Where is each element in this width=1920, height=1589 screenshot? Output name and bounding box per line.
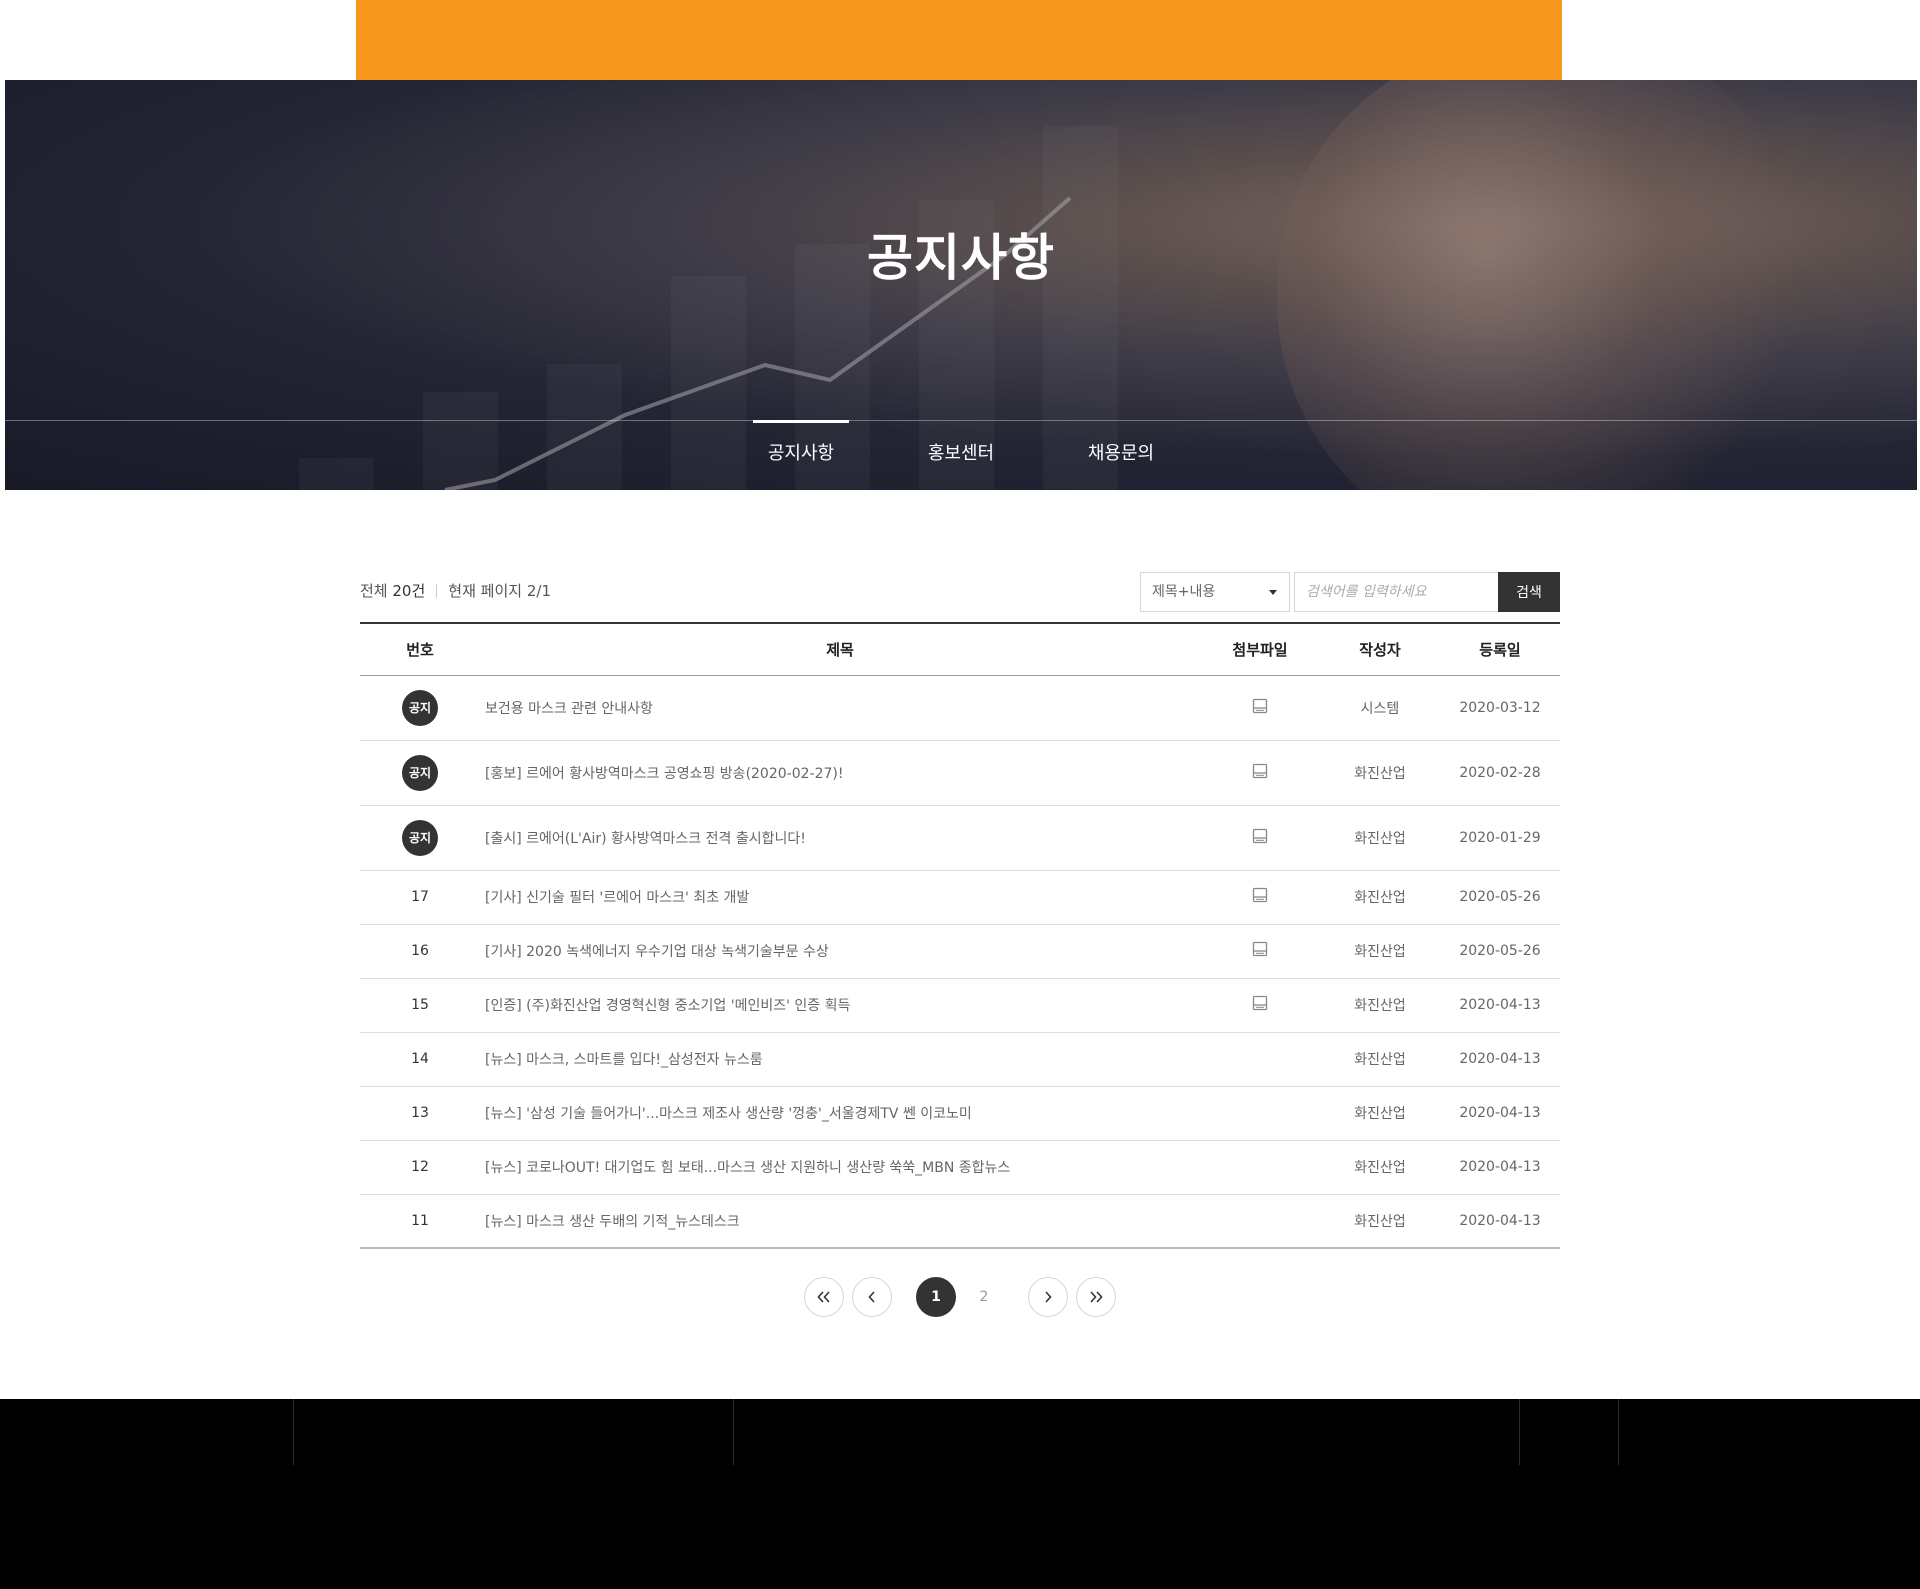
table-row[interactable]: 17 [기사] 신기술 필터 '르에어 마스크' 최초 개발 화진산업 2020-05… (360, 870, 1560, 925)
col-number: 번호 (360, 623, 480, 676)
row-writer: 시스템 (1320, 675, 1440, 741)
chevron-right-icon (1045, 1291, 1052, 1303)
row-date: 2020-04-13 (1440, 1086, 1560, 1141)
row-writer: 화진산업 (1320, 1140, 1440, 1195)
col-attachment: 첨부파일 (1200, 623, 1320, 676)
row-writer: 화진산업 (1320, 978, 1440, 1033)
row-date: 2020-04-13 (1440, 1032, 1560, 1087)
col-title: 제목 (480, 623, 1200, 676)
row-number: 12 (360, 1140, 480, 1195)
row-date: 2020-04-13 (1459, 1212, 1541, 1229)
post-title-link[interactable]: [기사] 신기술 필터 '르에어 마스크' 최초 개발 (485, 890, 749, 906)
notice-badge: 공지 (402, 689, 438, 726)
prev-page-button[interactable] (852, 1277, 892, 1317)
row-date: 2020-04-13 (1440, 1140, 1560, 1195)
sub-nav-tabs: 공지사항 홍보센터 채용문의 (5, 420, 1917, 490)
notice-badge: 공지 (402, 819, 438, 856)
page-title: 공지사항 (867, 229, 1055, 287)
row-number: 14 (360, 1032, 480, 1087)
row-writer: 화진산업 (1320, 740, 1440, 806)
row-number: 13 (360, 1086, 480, 1141)
search-form: 제목+내용 검색 (1140, 572, 1560, 612)
table-row[interactable]: 11 [뉴스] 마스크 생산 두배의 기적_뉴스데스크 화진산업 2020-04-13 (360, 1194, 1560, 1248)
row-date: 2020-01-29 (1440, 805, 1560, 871)
row-writer: 화진산업 (1320, 1032, 1440, 1087)
row-writer: 화진산업 (1320, 924, 1440, 979)
row-date: 2020-05-26 (1440, 924, 1560, 979)
row-writer: 화진산업 (1320, 805, 1440, 871)
row-date: 2020-03-12 (1440, 675, 1560, 741)
row-writer: 화진산업 (1354, 1213, 1406, 1230)
table-row[interactable]: 13 [뉴스] '삼성 기술 들어가니'...마스크 제조사 생산량 '껑충'_서… (360, 1086, 1560, 1141)
attachment-icon[interactable] (1252, 828, 1268, 848)
page-1[interactable]: 1 (916, 1277, 956, 1317)
attachment-icon[interactable] (1252, 887, 1268, 907)
col-date: 등록일 (1440, 623, 1560, 676)
table-row[interactable]: 공지 [홍보] 르에어 황사방역마스크 공영쇼핑 방송(2020-02-27)! 화… (360, 740, 1560, 806)
footer (0, 1399, 1920, 1589)
first-page-button[interactable] (804, 1277, 844, 1317)
double-chevron-left-icon (817, 1291, 830, 1303)
pagination: 1 2 (0, 1277, 1920, 1317)
post-title-link[interactable]: [기사] 2020 녹색에너지 우수기업 대상 녹색기술부문 수상 (485, 944, 829, 960)
search-input[interactable] (1294, 572, 1498, 612)
table-row[interactable]: 16 [기사] 2020 녹색에너지 우수기업 대상 녹색기술부문 수상 화진산업 2… (360, 924, 1560, 979)
notice-badge: 공지 (402, 754, 438, 791)
col-writer: 작성자 (1320, 623, 1440, 676)
hero-banner: 공지사항 공지사항 홍보센터 채용문의 (5, 80, 1917, 490)
post-title-link[interactable]: [뉴스] 마스크, 스마트를 입다!_삼성전자 뉴스룸 (485, 1052, 763, 1068)
post-title-link[interactable]: [뉴스] '삼성 기술 들어가니'...마스크 제조사 생산량 '껑충'_서울경… (485, 1106, 972, 1122)
dropdown-caret-icon (1269, 590, 1277, 595)
table-row[interactable]: 14 [뉴스] 마스크, 스마트를 입다!_삼성전자 뉴스룸 화진산업 2020-04… (360, 1032, 1560, 1087)
row-writer: 화진산업 (1320, 1086, 1440, 1141)
double-chevron-right-icon (1090, 1291, 1103, 1303)
attachment-icon[interactable] (1252, 995, 1268, 1015)
row-date: 2020-05-26 (1440, 870, 1560, 925)
attachment-icon[interactable] (1252, 698, 1268, 718)
post-title-link[interactable]: [뉴스] 코로나OUT! 대기업도 힘 보태...마스크 생산 지원하니 생산량… (485, 1160, 1010, 1176)
table-row[interactable]: 15 [인증] (주)화진산업 경영혁신형 중소기업 '메인비즈' 인증 획득 화진… (360, 978, 1560, 1033)
board-counts: 전체 20건 현재 페이지 2/1 (360, 581, 551, 601)
table-row[interactable]: 공지 [출시] 르에어(L'Air) 황사방역마스크 전격 출시합니다! 화진산업 2… (360, 805, 1560, 871)
row-number: 11 (411, 1212, 429, 1229)
attachment-icon[interactable] (1252, 941, 1268, 961)
row-writer: 화진산업 (1320, 870, 1440, 925)
page-indicator: 2/1 (526, 581, 551, 600)
next-page-button[interactable] (1028, 1277, 1068, 1317)
chevron-left-icon (868, 1291, 875, 1303)
post-title-link[interactable]: [인증] (주)화진산업 경영혁신형 중소기업 '메인비즈' 인증 획득 (485, 998, 850, 1014)
attachment-icon[interactable] (1252, 763, 1268, 783)
search-button[interactable]: 검색 (1498, 572, 1560, 612)
table-row[interactable]: 12 [뉴스] 코로나OUT! 대기업도 힘 보태...마스크 생산 지원하니 생… (360, 1140, 1560, 1195)
post-title-link[interactable]: 보건용 마스크 관련 안내사항 (485, 701, 653, 717)
post-title-link[interactable]: [뉴스] 마스크 생산 두배의 기적_뉴스데스크 (485, 1214, 740, 1230)
search-type-select[interactable]: 제목+내용 (1140, 572, 1290, 612)
row-number: 17 (360, 870, 480, 925)
page-2[interactable]: 2 (964, 1277, 1004, 1317)
row-date: 2020-04-13 (1440, 978, 1560, 1033)
tab-notice[interactable]: 공지사항 (721, 420, 881, 490)
row-date: 2020-02-28 (1440, 740, 1560, 806)
post-title-link[interactable]: [출시] 르에어(L'Air) 황사방역마스크 전격 출시합니다! (485, 831, 806, 847)
notice-table: 번호 제목 첨부파일 작성자 등록일 공지 보건용 마스크 관련 안내사항 시스템 2… (360, 622, 1560, 1249)
notice-board: 전체 20건 현재 페이지 2/1 제목+내용 검색 번호 제목 첨부파일 작성… (360, 572, 1560, 1249)
tab-pr-center[interactable]: 홍보센터 (881, 420, 1041, 490)
row-number: 15 (360, 978, 480, 1033)
tab-recruit-inquiry[interactable]: 채용문의 (1041, 420, 1201, 490)
row-number: 16 (360, 924, 480, 979)
total-count: 20건 (392, 582, 426, 600)
top-orange-bar (356, 0, 1562, 80)
post-title-link[interactable]: [홍보] 르에어 황사방역마스크 공영쇼핑 방송(2020-02-27)! (485, 766, 843, 782)
last-page-button[interactable] (1076, 1277, 1116, 1317)
table-row[interactable]: 공지 보건용 마스크 관련 안내사항 시스템 2020-03-12 (360, 675, 1560, 741)
